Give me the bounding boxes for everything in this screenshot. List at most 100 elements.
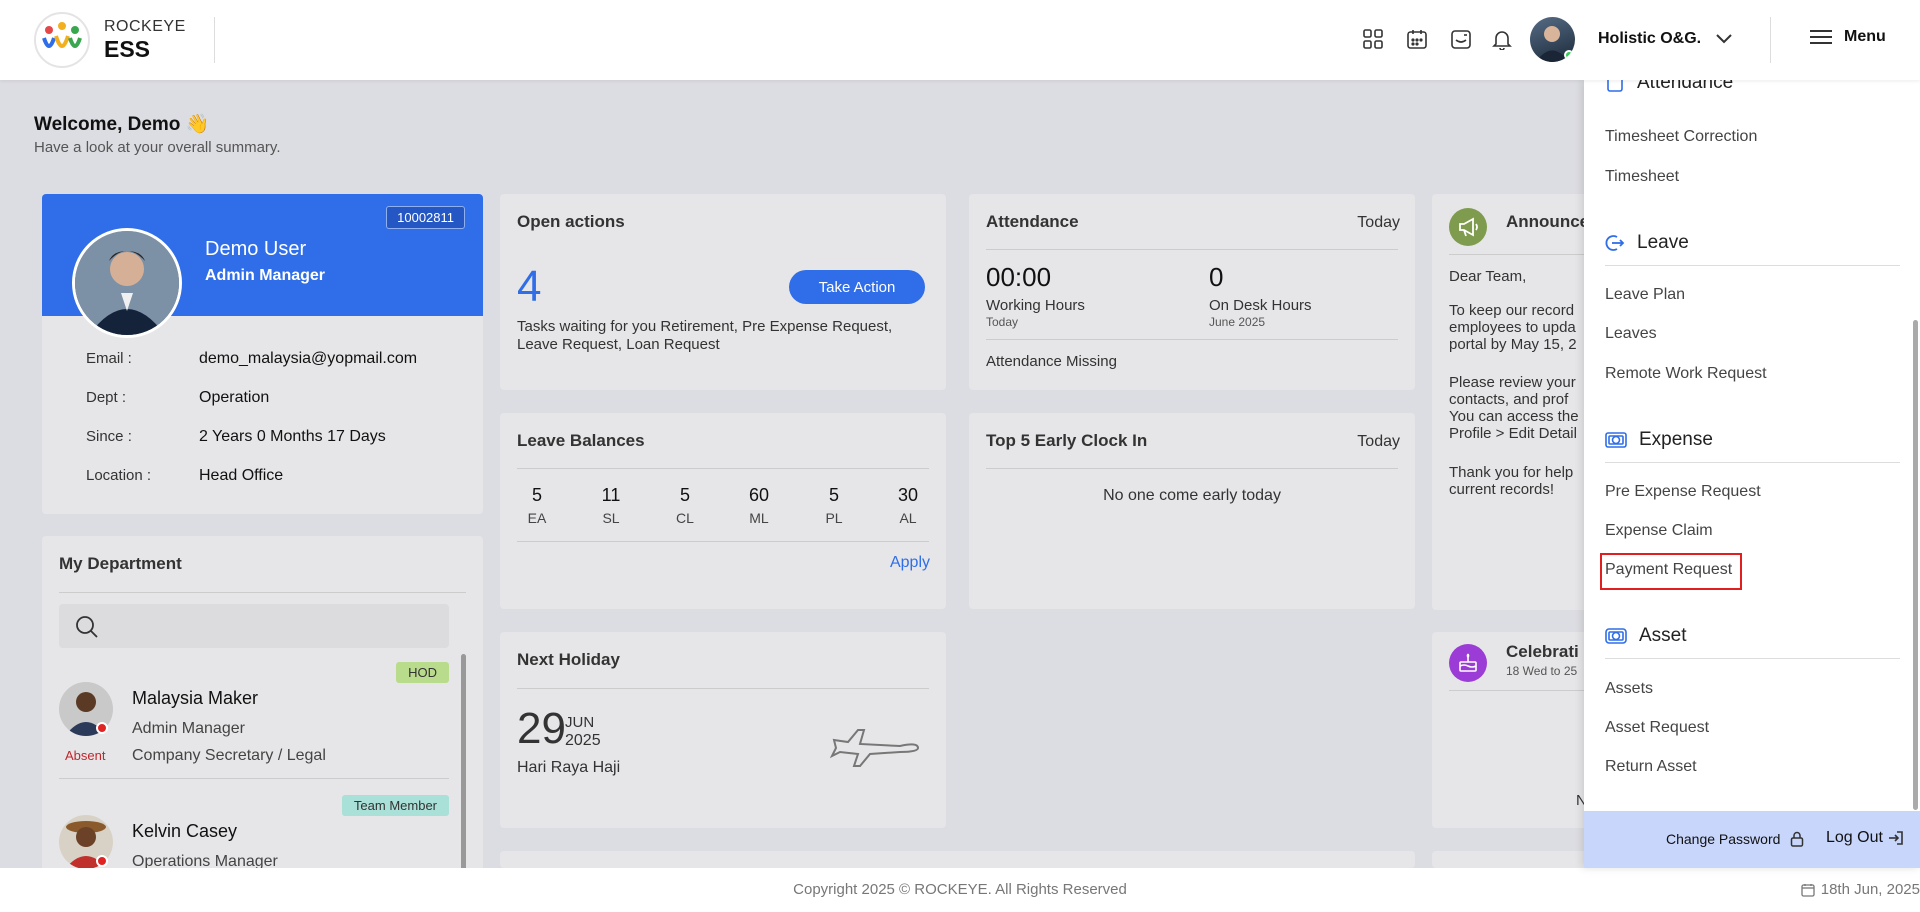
apps-grid-icon[interactable] (1361, 27, 1385, 51)
money-icon (1605, 432, 1627, 448)
announcement-line: portal by May 15, 2 (1449, 336, 1577, 353)
member-name: Kelvin Casey (132, 821, 238, 841)
email-label: Email : (86, 350, 132, 367)
desk-hours-value: 0 (1209, 262, 1224, 292)
rockeye-logo[interactable] (34, 12, 90, 68)
menu-item-remote-work-request[interactable]: Remote Work Request (1605, 365, 1767, 383)
member-department: Company Secretary / Legal (132, 747, 326, 764)
leave-value: 5 (531, 485, 542, 505)
copyright-text: Copyright 2025 © ROCKEYE. All Rights Res… (793, 881, 1127, 898)
member-status: Absent (65, 748, 106, 763)
payment-request-highlight (1600, 553, 1742, 590)
desk-hours-sub: June 2025 (1209, 315, 1266, 329)
announcement-line: You can access the (1449, 408, 1579, 425)
celebration-date-range: 18 Wed to 25 (1506, 664, 1578, 678)
team-member-badge: Team Member (341, 795, 449, 816)
change-password-button[interactable]: Change Password (1666, 831, 1804, 847)
menu-item-pre-expense-request[interactable]: Pre Expense Request (1605, 483, 1761, 501)
profile-name: Demo User (205, 238, 307, 260)
divider (517, 541, 929, 542)
take-action-button[interactable]: Take Action (789, 270, 925, 304)
department-search-input[interactable] (59, 604, 449, 648)
announcement-line: Dear Team, (1449, 268, 1527, 285)
calendar-icon[interactable] (1405, 27, 1429, 51)
asset-section-header[interactable]: Asset (1605, 625, 1687, 647)
leave-balance-ea: 5 EA (507, 485, 567, 526)
brand-small-text: ROCKEYE (104, 18, 186, 35)
menu-item-timesheet[interactable]: Timesheet (1605, 168, 1679, 186)
divider (1605, 658, 1900, 659)
leave-code: SL (602, 510, 620, 526)
leave-code: ML (749, 510, 769, 526)
menu-item-asset-request[interactable]: Asset Request (1605, 719, 1709, 737)
leave-code: EA (527, 510, 547, 526)
divider (59, 592, 466, 593)
expense-section-header[interactable]: Expense (1605, 429, 1713, 451)
hamburger-icon (1810, 30, 1832, 44)
clipboard-icon (1607, 80, 1623, 92)
leave-section-label: Leave (1637, 232, 1689, 253)
announcement-line: contacts, and prof (1449, 391, 1569, 408)
next-holiday-card: Next Holiday 29 JUN 2025 Hari Raya Haji (500, 632, 946, 828)
asset-section-label: Asset (1639, 625, 1687, 646)
footer-date-text: 18th Jun, 2025 (1820, 881, 1920, 898)
department-scrollbar[interactable] (461, 654, 466, 876)
side-menu-scrollbar[interactable] (1913, 320, 1918, 810)
dept-label: Dept : (86, 389, 127, 406)
lock-icon (1791, 831, 1804, 847)
open-actions-description: Tasks waiting for you Retirement, Pre Ex… (517, 318, 893, 353)
working-hours-label: Working Hours (986, 297, 1085, 314)
menu-button[interactable]: Menu (1810, 28, 1886, 46)
menu-item-timesheet-correction[interactable]: Timesheet Correction (1605, 128, 1757, 146)
welcome-subtitle: Have a look at your overall summary. (34, 139, 281, 156)
divider (986, 249, 1398, 250)
menu-item-leaves[interactable]: Leaves (1605, 325, 1657, 343)
working-hours-sub: Today (986, 315, 1019, 329)
menu-label: Menu (1844, 28, 1886, 45)
early-clock-in-title: Top 5 Early Clock In (986, 431, 1148, 450)
user-avatar[interactable] (1530, 17, 1575, 62)
megaphone-icon (1449, 208, 1487, 246)
open-actions-count: 4 (517, 262, 542, 311)
leave-exit-icon (1605, 235, 1625, 251)
top-header: ROCKEYE ESS Holistic O&G. Menu (0, 0, 1920, 80)
leave-value: 60 (748, 485, 770, 505)
bell-icon[interactable] (1490, 27, 1514, 51)
side-menu-footer: Change Password Log Out (1584, 811, 1920, 868)
holiday-day: 29 (517, 704, 566, 753)
leave-balances-card: Leave Balances 5 EA 11 SL 5 CL 60 ML 5 PL 30 A… (500, 413, 946, 609)
leave-code: AL (899, 510, 917, 526)
lower-card (500, 851, 1415, 868)
leave-balance-al: 30 AL (878, 485, 938, 526)
employee-id-badge: 10002811 (386, 206, 465, 229)
attendance-missing-text: Attendance Missing (986, 353, 1117, 370)
leave-section-header[interactable]: Leave (1605, 232, 1689, 254)
announcement-line: Please review your (1449, 374, 1576, 391)
attendance-period: Today (1357, 214, 1400, 231)
leave-balances-title: Leave Balances (517, 431, 645, 450)
log-out-button[interactable]: Log Out (1826, 829, 1905, 847)
announcement-line: Profile > Edit Detail (1449, 425, 1577, 442)
brand-large-text: ESS (104, 36, 151, 62)
apply-leave-link[interactable]: Apply (890, 554, 930, 572)
asset-icon (1605, 628, 1627, 644)
search-icon (76, 616, 98, 638)
announcement-line: To keep our record (1449, 302, 1575, 319)
menu-item-return-asset[interactable]: Return Asset (1605, 758, 1697, 776)
attendance-section-header[interactable]: Attendance (1605, 80, 1733, 94)
notes-icon[interactable] (1449, 27, 1473, 51)
department-member[interactable]: Kelvin Casey Operations Manager Team Mem… (59, 795, 449, 876)
menu-item-assets[interactable]: Assets (1605, 680, 1653, 698)
header-divider (1770, 17, 1771, 63)
celebration-title: Celebrati (1506, 642, 1579, 661)
attendance-card: Attendance Today 00:00 Working Hours Tod… (969, 194, 1415, 390)
chevron-down-icon[interactable] (1714, 28, 1734, 53)
profile-card: 10002811 Demo User Admin Manager Email :… (42, 194, 483, 514)
menu-item-leave-plan[interactable]: Leave Plan (1605, 286, 1685, 304)
calendar-icon (1801, 883, 1815, 897)
holiday-name: Hari Raya Haji (517, 759, 621, 776)
department-member[interactable]: Absent Malaysia Maker Admin Manager Comp… (59, 662, 449, 808)
menu-item-expense-claim[interactable]: Expense Claim (1605, 522, 1713, 540)
company-selector-label[interactable]: Holistic O&G. (1598, 30, 1701, 48)
logout-icon (1888, 831, 1903, 845)
